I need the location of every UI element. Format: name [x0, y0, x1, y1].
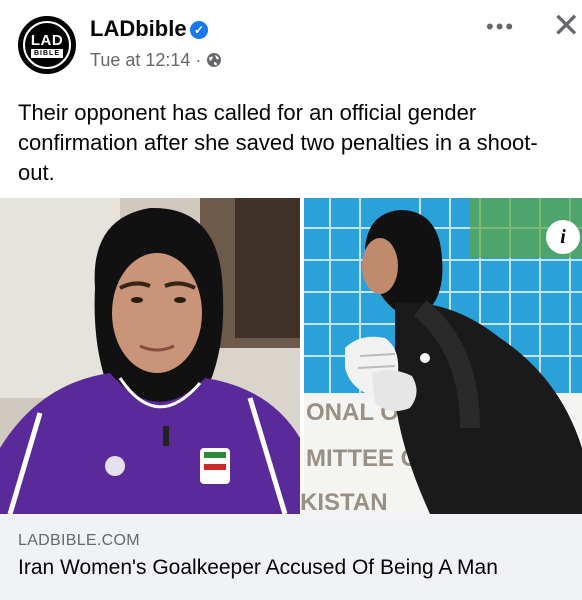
image-collage: ONAL OL MITTEE OF KISTAN: [0, 198, 582, 514]
globe-icon: [207, 53, 221, 67]
goalkeeper-glove-2: [372, 370, 417, 412]
more-options-icon[interactable]: •••: [486, 14, 515, 40]
page-name[interactable]: LADbible: [90, 16, 187, 42]
avatar-logo-bottom: BIBLE: [31, 49, 63, 58]
avatar-logo-top: LAD: [30, 32, 64, 49]
page-avatar[interactable]: LAD BIBLE: [18, 16, 76, 74]
close-icon[interactable]: ✕: [552, 6, 581, 46]
link-title[interactable]: Iran Women's Goalkeeper Accused Of Being…: [18, 556, 498, 580]
left-face: [112, 253, 202, 373]
post-image[interactable]: ONAL OL MITTEE OF KISTAN: [0, 198, 582, 514]
post-header: LAD BIBLE LADbible ✓ Tue at 12:14 · ••• …: [0, 0, 582, 90]
info-icon[interactable]: i: [546, 220, 580, 254]
banner-line-3: KISTAN: [300, 489, 388, 514]
verified-badge-icon: ✓: [190, 21, 208, 39]
post-timestamp[interactable]: Tue at 12:14 ·: [90, 50, 201, 71]
post-caption: Their opponent has called for an officia…: [18, 100, 538, 185]
link-domain: LADBIBLE.COM: [18, 532, 140, 549]
